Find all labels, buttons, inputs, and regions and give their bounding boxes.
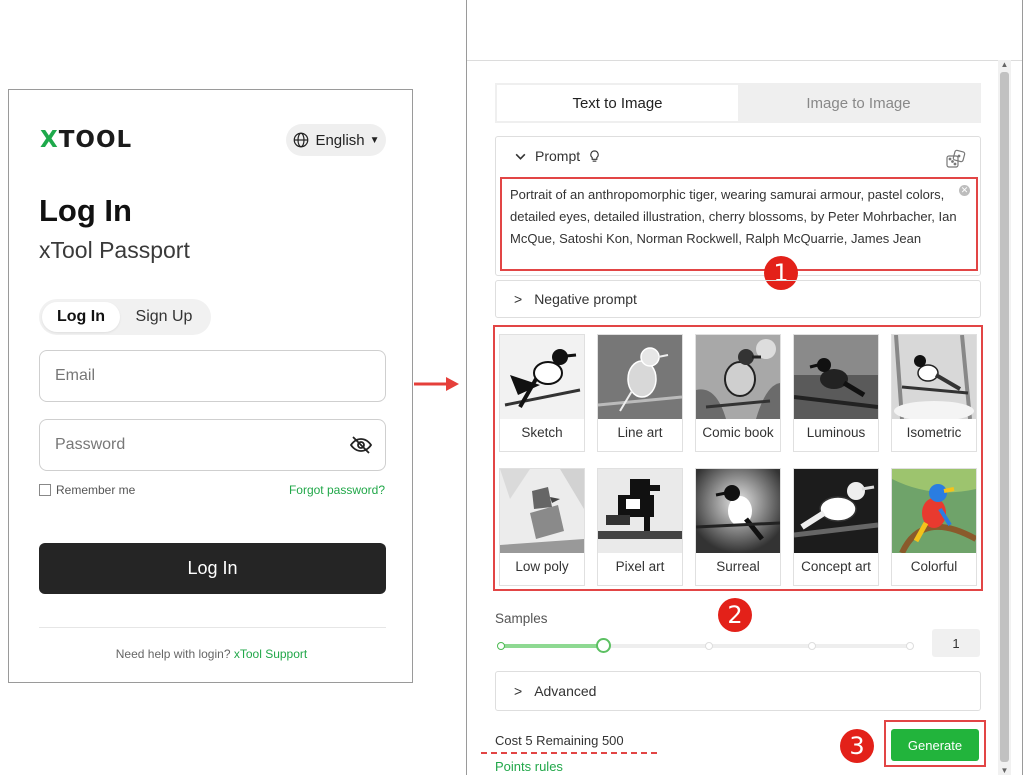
tab-signup[interactable]: Sign Up [120, 302, 208, 332]
samples-label: Samples [495, 611, 548, 626]
prompt-value: Portrait of an anthropomorphic tiger, we… [510, 187, 957, 246]
close-icon[interactable]: ✕ [959, 185, 970, 196]
annotation-badge-3: 3 [840, 729, 874, 763]
eye-off-icon[interactable] [349, 433, 373, 457]
pixel-art-thumbnail [598, 469, 682, 553]
scroll-thumb[interactable] [1000, 72, 1009, 762]
style-label: Comic book [702, 425, 774, 440]
tab-text-to-image[interactable]: Text to Image [497, 85, 738, 121]
support-link[interactable]: xTool Support [234, 647, 307, 661]
dice-icon[interactable] [946, 149, 966, 169]
email-placeholder: Email [55, 367, 96, 384]
slider-step[interactable] [497, 642, 505, 650]
remember-label: Remember me [56, 483, 136, 497]
negative-prompt-section[interactable]: > Negative prompt [495, 280, 981, 318]
login-button[interactable]: Log In [39, 543, 386, 594]
prompt-header[interactable]: Prompt [514, 148, 601, 164]
line-art-thumbnail [598, 335, 682, 419]
advanced-section[interactable]: > Advanced [495, 671, 981, 711]
chevron-down-icon [515, 153, 526, 160]
samples-slider[interactable] [497, 638, 914, 653]
slider-step[interactable] [705, 642, 713, 650]
mode-tabs: Text to Image Image to Image [495, 83, 981, 123]
points-rules-link[interactable]: Points rules [495, 759, 563, 774]
sketch-thumbnail [500, 335, 584, 419]
style-grid: Sketch Line art Comic book Luminous Isom… [493, 325, 983, 591]
annotation-badge-2: 2 [718, 598, 752, 632]
style-card-isometric[interactable]: Isometric [891, 334, 977, 452]
style-card-line-art[interactable]: Line art [597, 334, 683, 452]
style-label: Colorful [910, 559, 958, 574]
style-card-colorful[interactable]: Colorful [891, 468, 977, 586]
slider-step[interactable] [906, 642, 914, 650]
language-selector[interactable]: English ▼ [286, 124, 386, 156]
language-label: English [315, 131, 365, 149]
remember-me[interactable]: Remember me [39, 483, 135, 497]
style-card-luminous[interactable]: Luminous [793, 334, 879, 452]
password-field[interactable]: Password [39, 419, 386, 471]
cost-text: Cost 5 Remaining 500 [495, 733, 624, 748]
image-generator-panel: ▲ ▼ Text to Image Image to Image Prompt … [466, 0, 1023, 775]
chevron-right-icon: > [514, 291, 523, 307]
style-card-pixel-art[interactable]: Pixel art [597, 468, 683, 586]
auth-tabs: Log In Sign Up [39, 299, 211, 335]
page-subtitle: xTool Passport [39, 237, 190, 263]
style-label: Line art [617, 425, 663, 440]
tab-image-to-image[interactable]: Image to Image [738, 85, 979, 121]
colorful-thumbnail [892, 469, 976, 553]
generate-button[interactable]: Generate [891, 729, 979, 761]
style-card-sketch[interactable]: Sketch [499, 334, 585, 452]
luminous-thumbnail [794, 335, 878, 419]
slider-step[interactable] [808, 642, 816, 650]
login-panel: XTOOL English ▼ Log In xTool Passport Lo… [8, 89, 413, 683]
flow-arrow-icon [414, 377, 459, 391]
style-label: Sketch [521, 425, 563, 440]
password-placeholder: Password [55, 436, 126, 453]
negative-prompt-label: Negative prompt [534, 291, 637, 307]
cost-highlight [481, 752, 657, 754]
style-label: Isometric [906, 425, 962, 440]
forgot-password-link[interactable]: Forgot password? [289, 483, 385, 497]
style-label: Pixel art [615, 559, 665, 574]
scrollbar[interactable]: ▲ ▼ [998, 60, 1011, 775]
chevron-right-icon: > [514, 683, 523, 699]
style-card-comic-book[interactable]: Comic book [695, 334, 781, 452]
style-label: Luminous [806, 425, 866, 440]
help-text: Need help with login? xTool Support [115, 647, 308, 661]
divider [467, 60, 1022, 61]
slider-fill [500, 644, 603, 648]
comic-book-thumbnail [696, 335, 780, 419]
email-field[interactable]: Email [39, 350, 386, 402]
concept-art-thumbnail [794, 469, 878, 553]
prompt-label: Prompt [535, 148, 581, 164]
style-label: Concept art [801, 559, 871, 574]
low-poly-thumbnail [500, 469, 584, 553]
lightbulb-icon[interactable] [588, 149, 601, 163]
style-card-surreal[interactable]: Surreal [695, 468, 781, 586]
divider [39, 627, 386, 628]
scroll-up-icon[interactable]: ▲ [1000, 60, 1009, 69]
samples-value[interactable]: 1 [932, 629, 980, 657]
style-label: Low poly [515, 559, 569, 574]
tab-login[interactable]: Log In [42, 302, 120, 332]
globe-icon [294, 132, 309, 148]
isometric-thumbnail [892, 335, 976, 419]
prompt-textarea[interactable]: Portrait of an anthropomorphic tiger, we… [500, 177, 978, 271]
slider-handle[interactable] [596, 638, 611, 653]
style-card-concept-art[interactable]: Concept art [793, 468, 879, 586]
remember-checkbox[interactable] [39, 484, 51, 496]
xtool-logo: XTOOL [40, 127, 133, 153]
surreal-thumbnail [696, 469, 780, 553]
scroll-down-icon[interactable]: ▼ [1000, 766, 1009, 775]
style-label: Surreal [716, 559, 760, 574]
caret-down-icon: ▼ [369, 134, 380, 146]
style-card-low-poly[interactable]: Low poly [499, 468, 585, 586]
page-title: Log In [39, 193, 132, 228]
prompt-section: Prompt Portrait of an anthropomorphic ti… [495, 136, 981, 276]
advanced-label: Advanced [534, 683, 597, 699]
